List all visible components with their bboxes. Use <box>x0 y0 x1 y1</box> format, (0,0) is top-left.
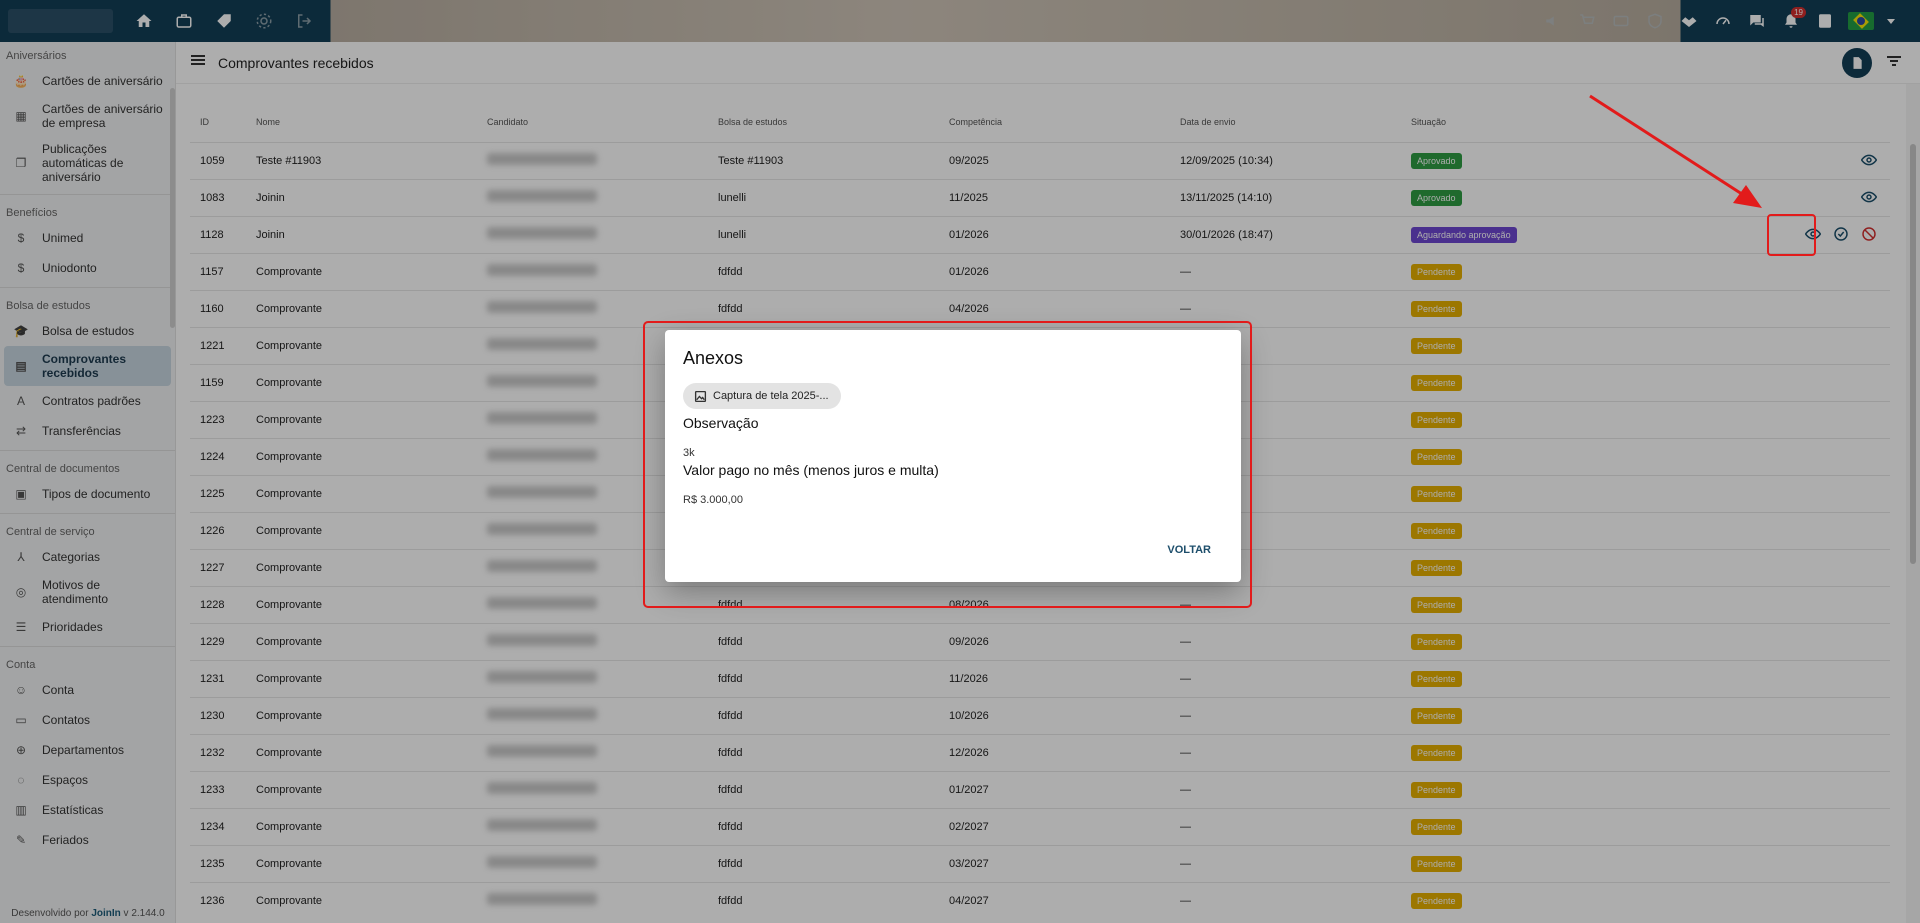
annotation-view-button-highlight <box>1767 214 1816 256</box>
annotation-dialog-highlight <box>643 321 1252 608</box>
